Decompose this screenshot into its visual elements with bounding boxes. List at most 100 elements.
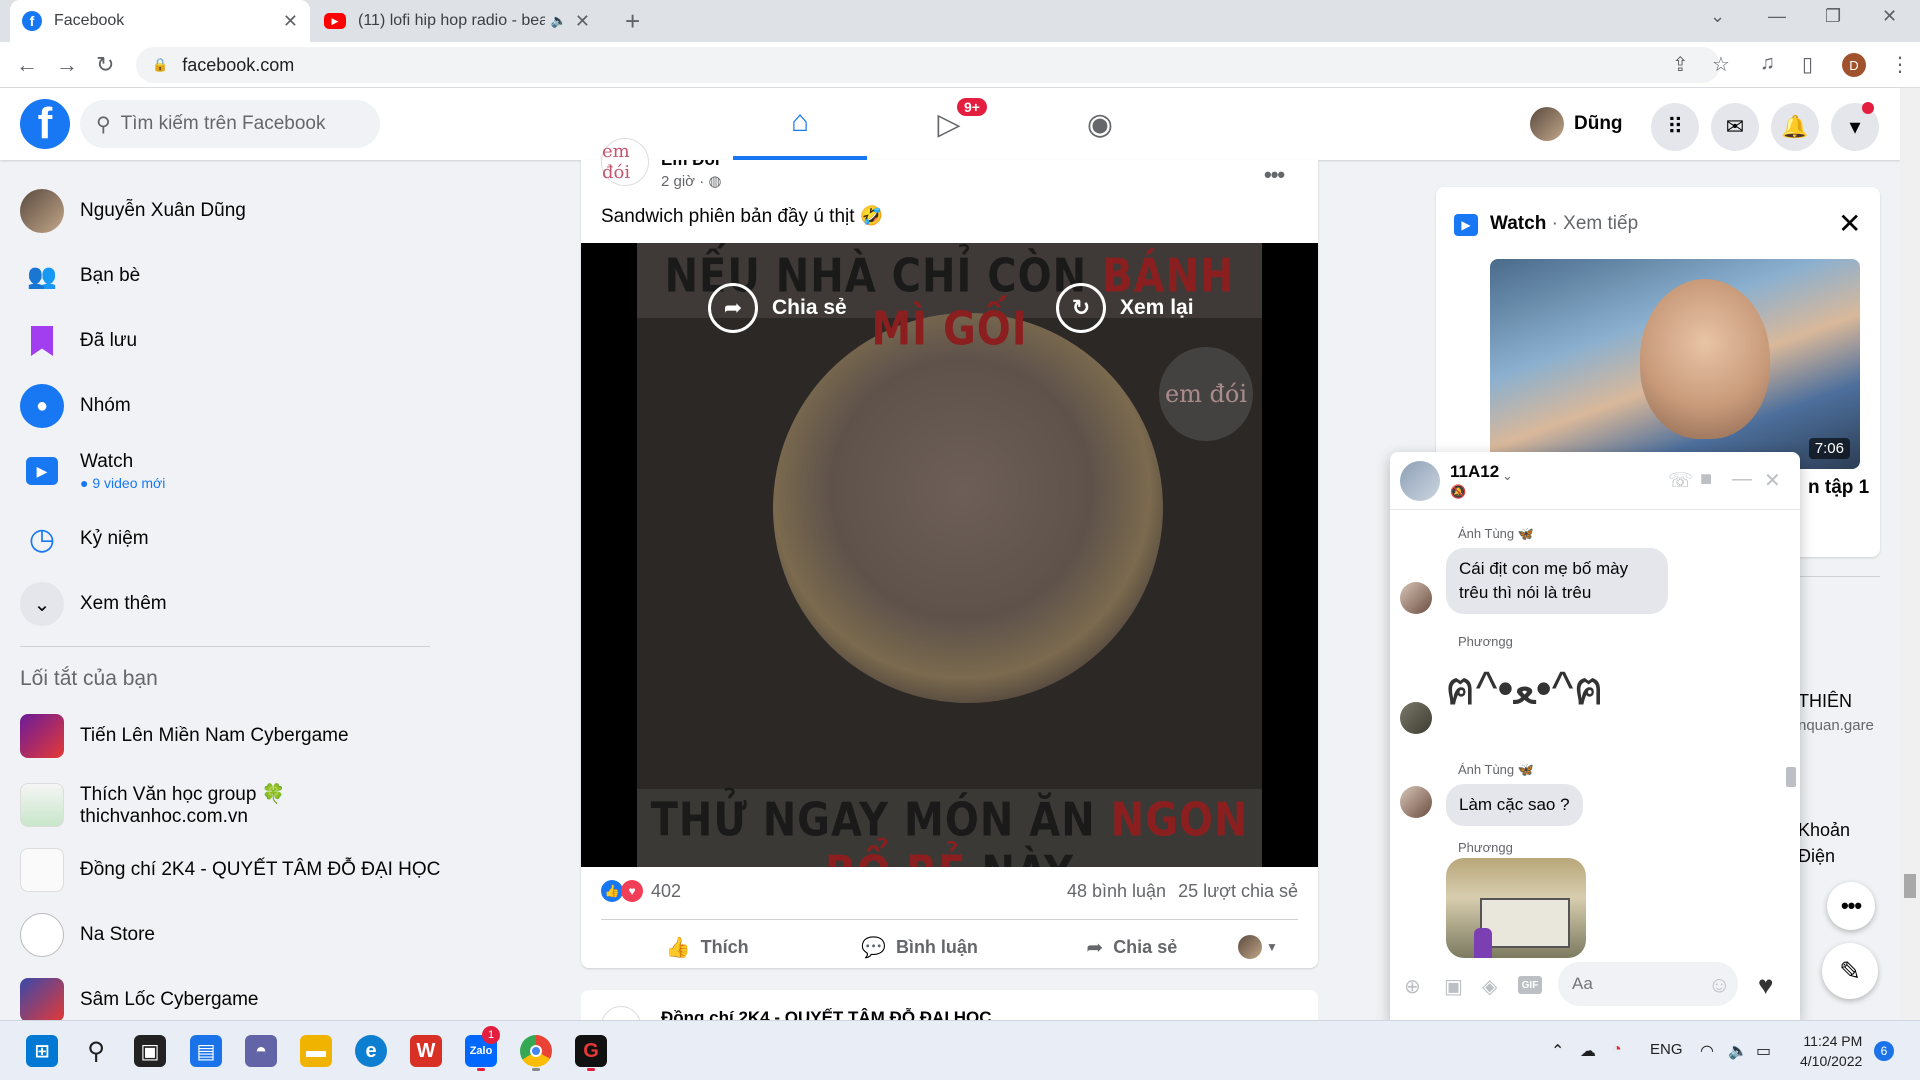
shortcut-item[interactable]: Na Store [20,911,155,959]
network-alert-icon[interactable]: ◔ [1612,1041,1622,1059]
video-replay-button[interactable]: ↻ Xem lại [1056,283,1194,333]
search-icon[interactable]: ⚲ [80,1035,112,1067]
speaker-icon[interactable]: 🔈 [551,13,567,29]
sidebar-item-profile[interactable]: Nguyễn Xuân Dũng [20,187,246,235]
chevron-down-icon[interactable]: ⌄ [1502,468,1513,484]
reload-button[interactable]: ↻ [96,52,114,78]
reactions-count[interactable]: 402 [651,881,681,902]
more-chats-button[interactable]: ••• [1827,882,1875,930]
chevron-up-icon[interactable]: ⌃ [1551,1041,1564,1061]
tab-youtube[interactable]: ▶ (11) lofi hip hop radio - beats 🔈 ✕ [312,0,602,42]
scrollbar-thumb[interactable] [1786,767,1796,787]
messenger-button[interactable]: ✉ [1711,103,1759,151]
right-column-text[interactable]: Điện [1798,846,1835,867]
shares-count[interactable]: 25 lượt chia sẻ [1178,881,1298,902]
video-share-button[interactable]: ➦ Chia sẻ [708,283,847,333]
right-column-text[interactable]: THIÊN [1798,691,1852,712]
restore-button[interactable]: ❐ [1825,6,1841,27]
tab-home[interactable]: ⌂ [733,88,867,160]
right-column-text[interactable]: Khoản [1798,820,1850,841]
notification-count[interactable]: 6 [1874,1041,1894,1061]
menu-button[interactable]: ⠿ [1651,103,1699,151]
wifi-icon[interactable]: ◠ [1700,1041,1714,1061]
lock-icon[interactable]: 🔒 [152,57,168,73]
post-timestamp[interactable]: 2 giờ · ◍ [661,172,721,190]
watch-episode-title[interactable]: n tập 1 [1808,477,1869,499]
message-bubble[interactable]: Làm cặc sao ? [1446,784,1583,826]
close-window-button[interactable]: ✕ [1882,6,1897,27]
chat-scrollbar[interactable] [1784,572,1798,1004]
facebook-logo[interactable]: f [20,99,70,149]
profile-avatar-button[interactable]: D [1842,53,1866,77]
forward-button[interactable]: → [56,52,78,78]
comment-button[interactable]: 💬 Bình luận [813,935,1025,960]
sidebar-item-friends[interactable]: 👥 Bạn bè [20,252,140,300]
tab-search-icon[interactable]: ⌄ [1710,6,1725,27]
watch-video-thumbnail[interactable]: 7:06 [1490,259,1860,469]
emoji-icon[interactable]: ☺ [1708,972,1730,998]
gif-icon[interactable]: GIF [1518,976,1542,994]
sticker-icon[interactable]: ◈ [1482,974,1497,999]
garena-icon[interactable]: G [575,1035,607,1067]
notifications-button[interactable]: 🔔 [1771,103,1819,151]
chat-app-icon[interactable]: ◓ [245,1035,277,1067]
comments-count[interactable]: 48 bình luận [1067,881,1166,902]
wps-office-icon[interactable]: W [410,1035,442,1067]
post-author-avatar[interactable]: em đói [601,138,649,186]
chat-name[interactable]: 11A12 [1450,462,1499,482]
battery-icon[interactable]: ▭ [1756,1041,1771,1061]
search-input[interactable]: ⚲ Tìm kiếm trên Facebook [80,100,380,148]
close-tab-icon[interactable]: ✕ [283,11,298,32]
media-control-icon[interactable]: ♫ [1760,52,1775,75]
side-panel-icon[interactable]: ▯ [1802,52,1813,77]
windows-start-icon[interactable]: ⊞ [26,1035,58,1067]
minimize-button[interactable]: — [1768,6,1786,27]
sidebar-item-saved[interactable]: Đã lưu [20,317,137,365]
file-explorer-icon[interactable]: ▬ [300,1035,332,1067]
post-video[interactable]: NẾU NHÀ CHỈ CÒN BÁNH MÌ GỐI THỬ NGAY MÓN… [581,243,1318,867]
new-tab-button[interactable]: + [625,6,640,37]
chat-header[interactable]: 11A12 ⌄ 🔕 ☏ ■ — ✕ [1390,452,1800,510]
share-page-icon[interactable]: ⇪ [1672,52,1689,77]
profile-chip[interactable]: Dũng [1530,102,1623,146]
tab-facebook[interactable]: f Facebook ✕ [10,0,310,42]
tab-groups[interactable]: ◉ [1033,88,1167,160]
cloud-icon[interactable]: ☁ [1580,1041,1596,1061]
phone-icon[interactable]: ☏ [1668,468,1693,493]
react-as-selector[interactable]: ▼ [1237,935,1298,959]
chrome-menu-icon[interactable]: ⋮ [1890,52,1910,77]
close-chat-icon[interactable]: ✕ [1764,468,1781,493]
widgets-icon[interactable]: ▤ [190,1035,222,1067]
image-icon[interactable]: ▣ [1444,974,1463,999]
share-button[interactable]: ➦ Chia sẻ [1026,935,1238,960]
shortcut-item[interactable]: Sâm Lốc Cybergame [20,976,258,1024]
minimize-chat-icon[interactable]: — [1732,468,1752,491]
edge-browser-icon[interactable]: e [355,1035,387,1067]
tab-watch[interactable]: ▷ [882,88,1016,160]
bookmark-star-icon[interactable]: ☆ [1712,52,1730,77]
shortcut-item[interactable]: Thích Văn học group 🍀 thichvanhoc.com.vn [20,780,285,830]
cat-sticker-icon[interactable]: ฅ^•ﻌ•^ฅ [1445,652,1604,725]
address-bar[interactable]: 🔒 facebook.com [136,47,1720,83]
close-tab-icon[interactable]: ✕ [575,11,590,32]
page-scrollbar[interactable] [1900,88,1920,1020]
heart-icon[interactable]: ♥ [1758,970,1773,1001]
plus-icon[interactable]: ⊕ [1404,974,1421,999]
sidebar-item-watch[interactable]: ▶ Watch ● 9 video mới [20,447,165,495]
sidebar-item-memories[interactable]: ◷ Kỷ niệm [20,515,149,563]
input-language[interactable]: ENG [1650,1041,1683,1058]
task-view-icon[interactable]: ▣ [134,1035,166,1067]
volume-icon[interactable]: 🔈 [1728,1041,1748,1061]
new-message-button[interactable]: ✎ [1822,943,1878,999]
chrome-icon[interactable] [520,1035,552,1067]
message-photo[interactable] [1446,858,1586,958]
shortcut-item[interactable]: Đồng chí 2K4 - QUYẾT TÂM ĐỖ ĐẠI HỌC [20,846,440,894]
video-call-icon[interactable]: ■ [1700,468,1712,491]
message-bubble[interactable]: Cái địt con mẹ bố mày trêu thì nói là tr… [1446,548,1668,614]
clock[interactable]: 11:24 PM 4/10/2022 [1800,1031,1862,1071]
sidebar-item-groups[interactable]: ● Nhóm [20,382,131,430]
scrollbar-thumb[interactable] [1904,874,1916,898]
like-button[interactable]: 👍 Thích [601,935,813,960]
back-button[interactable]: ← [16,52,38,78]
sidebar-item-see-more[interactable]: ⌄ Xem thêm [20,580,167,628]
